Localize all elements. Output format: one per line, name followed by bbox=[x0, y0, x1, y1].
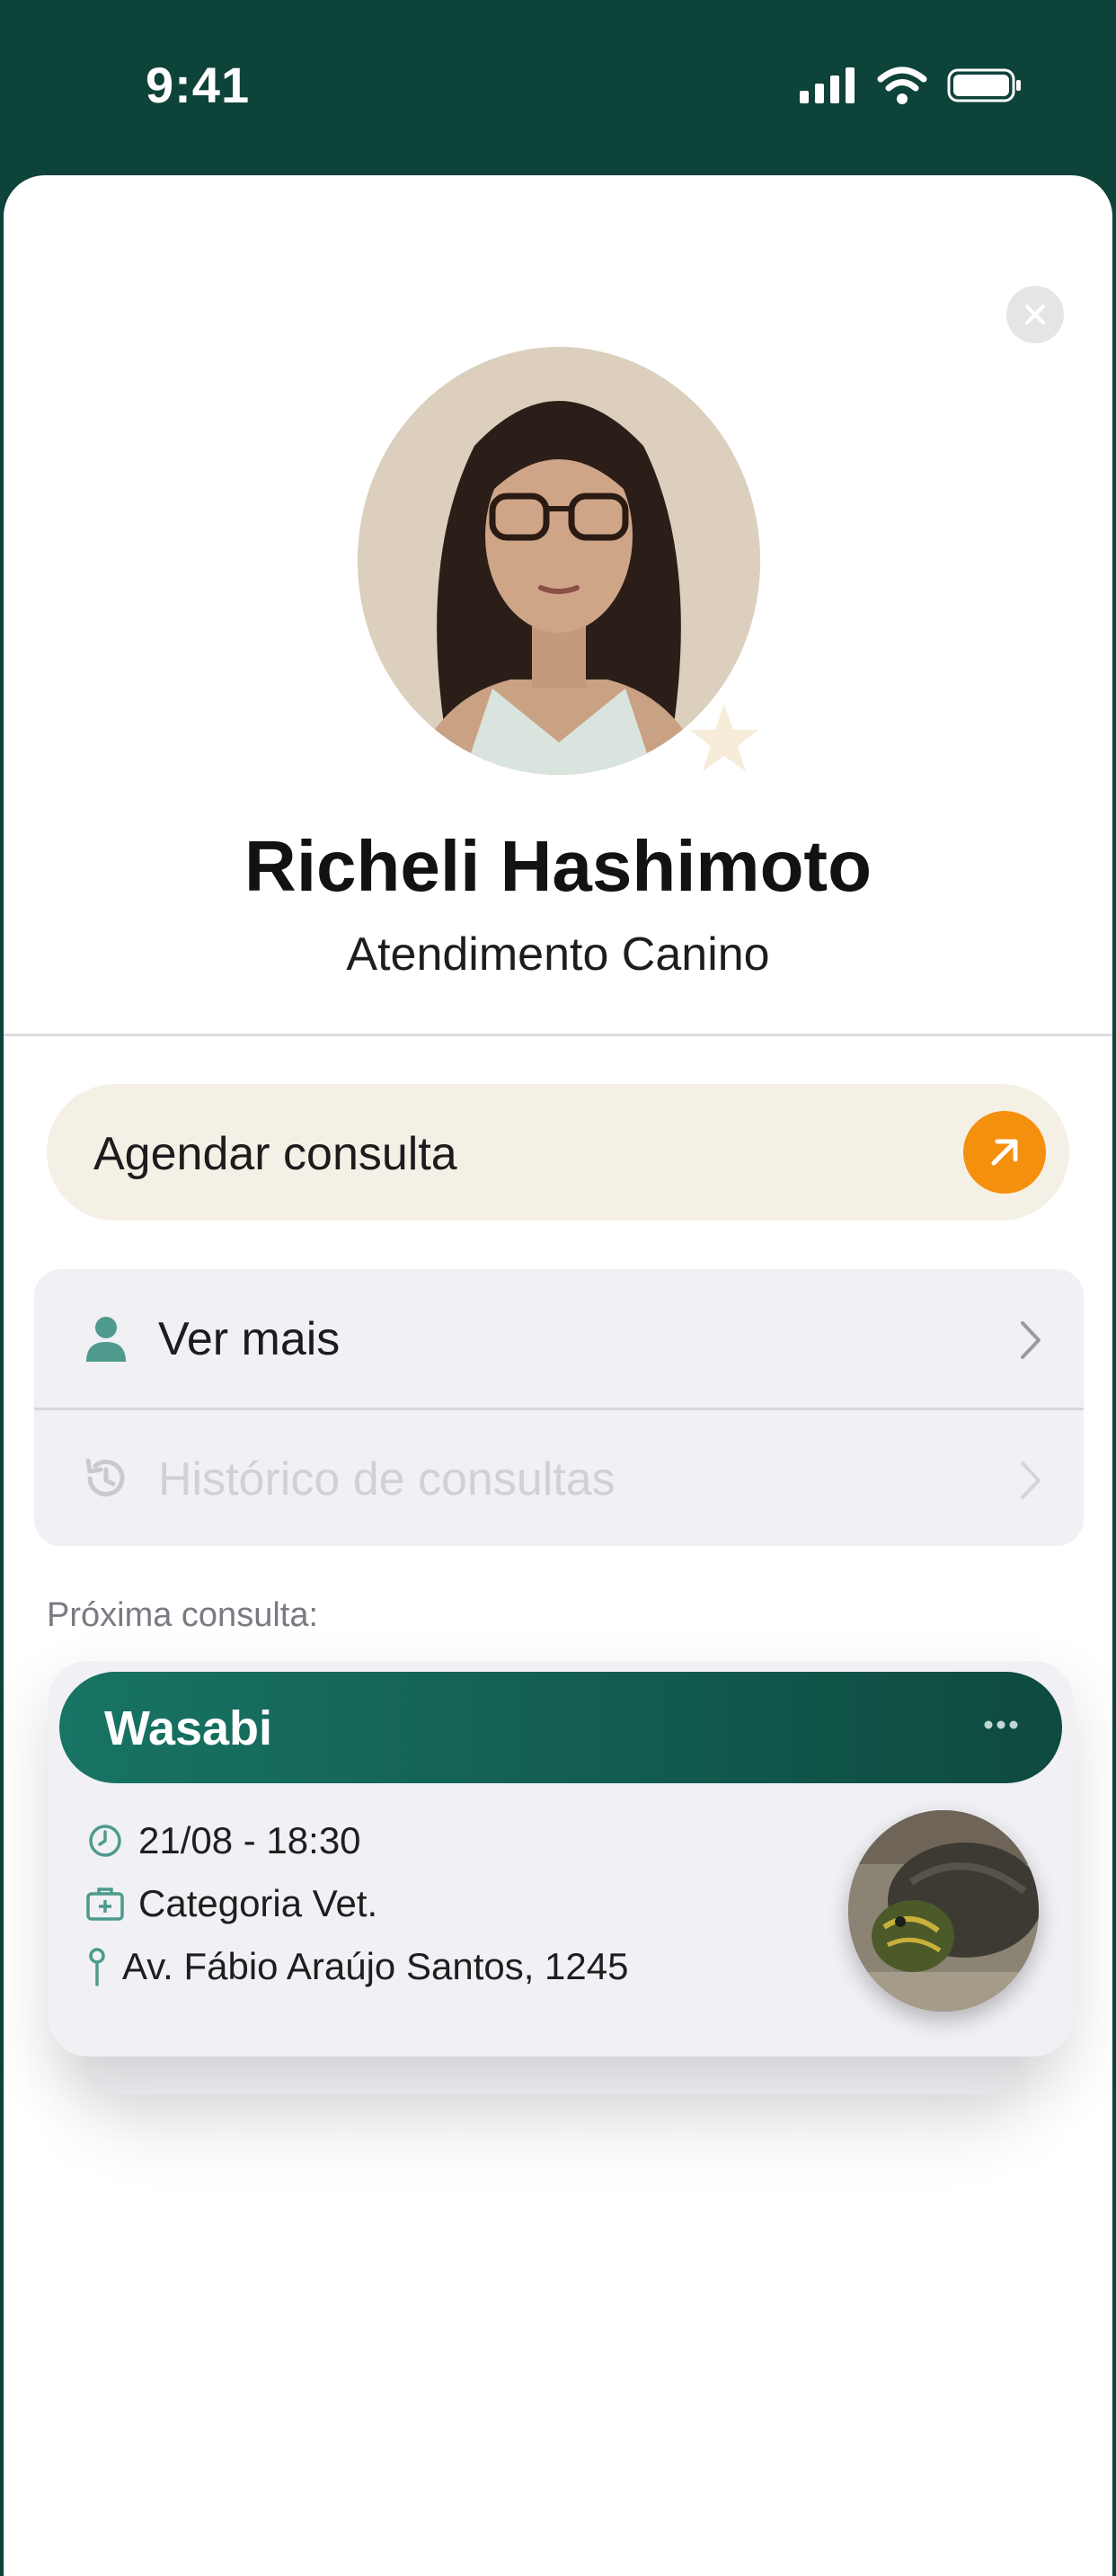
arrow-up-right-icon bbox=[991, 1139, 1018, 1166]
chevron-right-icon bbox=[1021, 1461, 1041, 1499]
battery-icon bbox=[947, 68, 1021, 102]
clock-icon bbox=[84, 1820, 126, 1861]
menu-item-ver-mais[interactable]: Ver mais bbox=[34, 1269, 1084, 1408]
divider bbox=[4, 1034, 1112, 1036]
status-icons bbox=[800, 67, 1023, 104]
turtle-photo bbox=[848, 1810, 1039, 2012]
wifi-icon bbox=[877, 67, 927, 104]
menu-item-label: Histórico de consultas bbox=[158, 1453, 616, 1506]
vet-name: Richeli Hashimoto bbox=[244, 826, 872, 906]
status-time: 9:41 bbox=[146, 57, 251, 113]
pet-name: Wasabi bbox=[104, 1701, 273, 1755]
appointment-datetime: 21/08 - 18:30 bbox=[84, 1819, 361, 1862]
schedule-appointment-label: Agendar consulta bbox=[93, 1128, 457, 1180]
location-pin-icon bbox=[84, 1946, 110, 1987]
vet-role: Atendimento Canino bbox=[346, 928, 770, 981]
menu-item-historico: Histórico de consultas bbox=[34, 1409, 1084, 1548]
appointment-category: Categoria Vet. bbox=[84, 1882, 377, 1925]
status-bar: 9:41 bbox=[0, 0, 1116, 180]
more-options-icon[interactable] bbox=[983, 1719, 1019, 1731]
appointment-card[interactable]: Wasabi 21/08 - 18:30 Categoria Vet. Av. … bbox=[49, 1661, 1073, 2056]
menu-item-label: Ver mais bbox=[158, 1313, 341, 1365]
person-icon bbox=[86, 1317, 126, 1362]
medical-kit-icon bbox=[84, 1883, 126, 1924]
category-text: Categoria Vet. bbox=[138, 1882, 378, 1924]
favorite-star-icon[interactable] bbox=[686, 701, 762, 777]
appointment-address: Av. Fábio Araújo Santos, 1245 bbox=[84, 1945, 629, 1988]
close-button[interactable] bbox=[1006, 286, 1064, 343]
history-icon bbox=[85, 1458, 125, 1497]
pet-photo bbox=[848, 1810, 1039, 2012]
arrow-button[interactable] bbox=[963, 1111, 1046, 1194]
chevron-right-icon bbox=[1021, 1321, 1041, 1359]
address-text: Av. Fábio Araújo Santos, 1245 bbox=[122, 1945, 629, 1987]
next-appointment-label: Próxima consulta: bbox=[47, 1596, 319, 1634]
schedule-appointment-button[interactable]: Agendar consulta bbox=[47, 1084, 1069, 1221]
datetime-text: 21/08 - 18:30 bbox=[138, 1819, 361, 1861]
cellular-signal-icon bbox=[800, 67, 855, 103]
close-icon bbox=[1025, 305, 1045, 324]
appointment-header: Wasabi bbox=[59, 1672, 1062, 1783]
menu-card: Ver mais Histórico de consultas bbox=[34, 1269, 1084, 1546]
